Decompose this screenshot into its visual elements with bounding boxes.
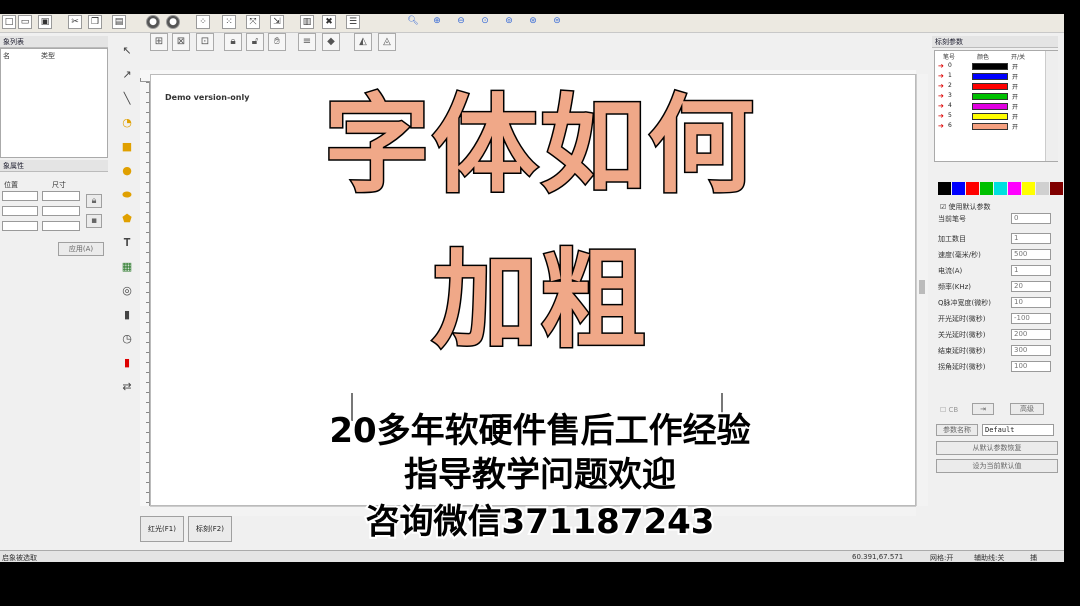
node-tool-icon[interactable]: ↗ bbox=[120, 68, 134, 82]
list-icon[interactable]: ☰ bbox=[346, 15, 360, 29]
pen-onoff[interactable]: 开 bbox=[1012, 72, 1018, 81]
lock-icon[interactable]: 🔒︎ bbox=[224, 33, 242, 51]
pen-row[interactable]: ➔ 0 开 bbox=[938, 62, 1038, 71]
mirror-icon[interactable]: ▥ bbox=[300, 15, 314, 29]
current-pen-field[interactable]: 0 bbox=[1011, 213, 1051, 224]
paste-icon[interactable]: ▤ bbox=[112, 15, 126, 29]
overlay-caption-line2: 指导教学问题欢迎 bbox=[402, 453, 678, 497]
zoom-fit-icon[interactable]: ⊙ bbox=[478, 15, 492, 29]
status-grid[interactable]: 网格:开 bbox=[930, 553, 953, 562]
delete-icon[interactable]: ✖ bbox=[322, 15, 336, 29]
copy-icon[interactable]: ❐ bbox=[88, 15, 102, 29]
current-pen-row: 当前笔号 0 bbox=[936, 212, 1054, 226]
tag-icon[interactable]: ◆ bbox=[322, 33, 340, 51]
open-file-icon[interactable]: ▭ bbox=[18, 15, 32, 29]
pen-row[interactable]: ➔ 1 开 bbox=[938, 72, 1038, 81]
zoom-out-view-icon[interactable]: ⊖ bbox=[454, 15, 468, 29]
new-file-icon[interactable]: □ bbox=[2, 15, 16, 29]
hand-icon[interactable]: ✋︎ bbox=[268, 33, 286, 51]
pos-y-field[interactable] bbox=[2, 206, 38, 216]
size-z-field[interactable] bbox=[42, 221, 80, 231]
overlay-title-line2: 加粗 bbox=[431, 238, 648, 364]
pen-number: 0 bbox=[948, 62, 952, 69]
transform-icon[interactable]: ⤧ bbox=[246, 15, 260, 29]
move-icon[interactable]: ⇲ bbox=[270, 15, 284, 29]
status-coords: 60.391,67.571 bbox=[852, 553, 904, 561]
pos-z-field[interactable] bbox=[2, 221, 38, 231]
current-pen-label: 当前笔号 bbox=[938, 215, 966, 223]
zoom-out-icon[interactable]: ● bbox=[146, 15, 160, 29]
pen-no-header: 笔号 bbox=[943, 54, 956, 61]
pen-color-swatch bbox=[972, 63, 1008, 70]
column-type-header: 类型 bbox=[41, 52, 55, 60]
pen-color-swatch bbox=[972, 73, 1008, 80]
polygon-tool-icon[interactable]: ⬟ bbox=[120, 212, 134, 226]
zoom-all-icon[interactable]: ⊜ bbox=[550, 15, 564, 29]
zoom-in-view-icon[interactable]: ⊕ bbox=[430, 15, 444, 29]
status-guide[interactable]: 辅助线:关 bbox=[974, 553, 1004, 562]
size-y-field[interactable] bbox=[42, 206, 80, 216]
pen-color-header: 颜色 bbox=[977, 54, 990, 61]
overlay-title-line1: 字体如何 bbox=[323, 84, 756, 207]
output-port-icon[interactable]: ⇄ bbox=[120, 380, 134, 394]
mark-params-title: 标刻参数 bbox=[932, 36, 1058, 48]
group-tool-icon[interactable]: ⊠ bbox=[172, 33, 190, 51]
column-name-header: 名 bbox=[3, 52, 10, 60]
pen-number: 1 bbox=[948, 72, 952, 79]
pen-onoff[interactable]: 开 bbox=[1012, 62, 1018, 71]
status-bar: 启象被选取 60.391,67.571 网格:开 辅助线:关 捕 bbox=[0, 550, 1064, 562]
object-list-title: 象列表 bbox=[0, 36, 108, 48]
flip-vertical-icon[interactable]: ◬ bbox=[378, 33, 396, 51]
select-nodes-icon[interactable]: ⁙ bbox=[222, 15, 236, 29]
ungroup-tool-icon[interactable]: ⊡ bbox=[196, 33, 214, 51]
status-text: 启象被选取 bbox=[2, 554, 37, 562]
status-snap[interactable]: 捕 bbox=[1030, 553, 1037, 562]
overlay-caption-line3: 咨询微信371187243 bbox=[364, 500, 717, 544]
select-tool-icon[interactable]: ⊞ bbox=[150, 33, 168, 51]
save-file-icon[interactable]: ▣ bbox=[38, 15, 52, 29]
pointer-tool-icon[interactable]: ↖ bbox=[120, 44, 134, 58]
pen-arrow-icon: ➔ bbox=[938, 62, 944, 70]
align-icon[interactable]: ≡ bbox=[298, 33, 316, 51]
main-toolbar: □ ▭ ▣ ✂ ❐ ▤ ● ● ⁘ ⁙ ⤧ ⇲ ▥ ✖ ☰ 🔍︎ ⊕ ⊖ ⊙ ⊚… bbox=[0, 14, 1064, 33]
zoom-page-icon[interactable]: ⊚ bbox=[502, 15, 516, 29]
cut-icon[interactable]: ✂ bbox=[68, 15, 82, 29]
center-icon[interactable]: ▪ bbox=[86, 214, 102, 228]
pen-onoff-header: 开/关 bbox=[1011, 54, 1026, 61]
zoom-select-icon[interactable]: ⊛ bbox=[526, 15, 540, 29]
unlock-icon[interactable]: 🔓︎ bbox=[246, 33, 264, 51]
overlay-caption-line1: 20多年软硬件售后工作经验 bbox=[327, 409, 752, 453]
pen-arrow-icon: ➔ bbox=[938, 72, 944, 80]
zoom-in-icon[interactable]: ● bbox=[166, 15, 180, 29]
node-edit-icon[interactable]: ⁘ bbox=[196, 15, 210, 29]
flip-horizontal-icon[interactable]: ◭ bbox=[354, 33, 372, 51]
zoom-icon[interactable]: 🔍︎ bbox=[406, 15, 420, 29]
